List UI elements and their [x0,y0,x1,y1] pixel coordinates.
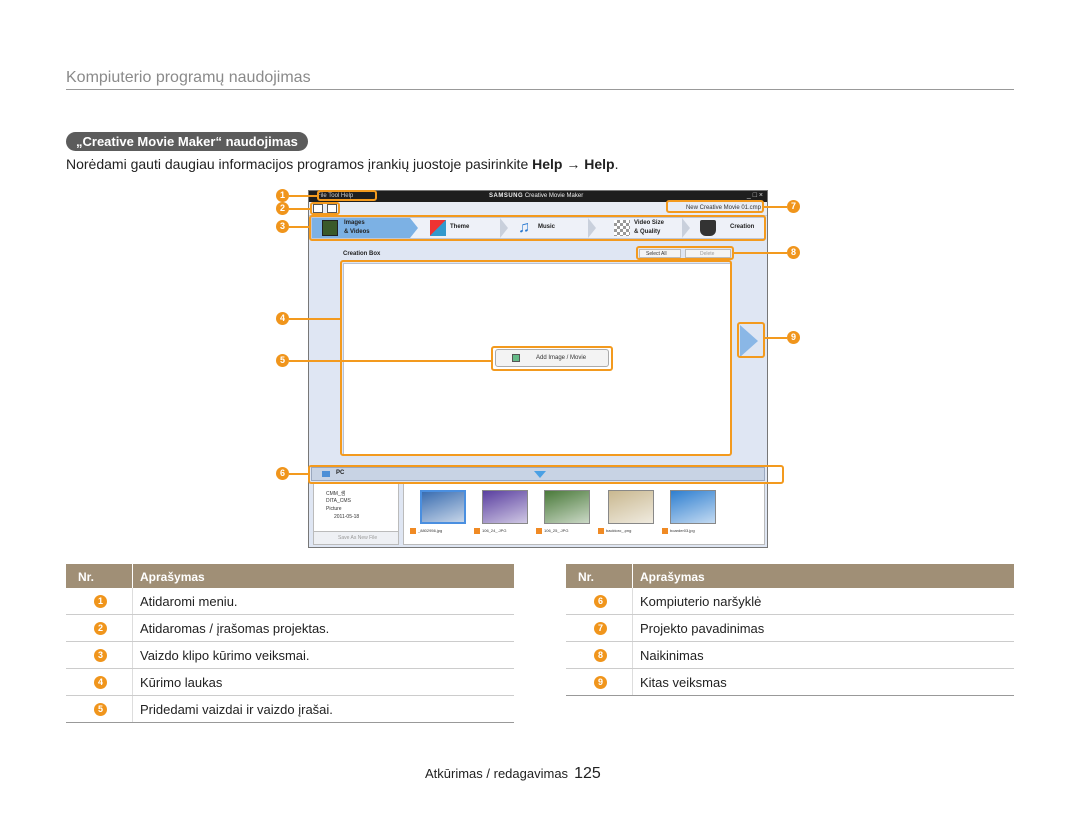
highlight-add-button [491,346,613,371]
highlight-delete [636,246,734,260]
leader-line [289,226,309,228]
table-row: 8 Naikinimas [566,642,1014,669]
highlight-project-buttons [310,202,340,215]
callout-8: 8 [787,246,800,259]
tree-item[interactable]: 2011-05-18 [334,514,359,520]
highlight-pc-bar [308,465,784,484]
leader-line [289,360,491,362]
row-number: 8 [594,649,607,662]
row-number: 1 [94,595,107,608]
row-description: Kūrimo laukas [140,675,223,690]
save-as-new-file-button[interactable]: Save As New File [313,531,399,545]
row-description: Vaizdo klipo kūrimo veiksmai. [140,648,310,663]
highlight-next [737,322,765,358]
thumbnail-caption: 106_25_.JPG [536,528,568,534]
leader-line [734,252,787,254]
row-number: 3 [94,649,107,662]
row-description: Pridedami vaizdai ir vaizdo įrašai. [140,702,333,717]
row-number: 6 [594,595,607,608]
leader-line [765,337,787,339]
intro-end: . [614,156,619,172]
callout-1: 1 [276,189,289,202]
page-number: 125 [574,765,601,782]
callout-7: 7 [787,200,800,213]
row-description: Projekto pavadinimas [640,621,765,636]
row-number: 5 [94,703,107,716]
intro-body: Norėdami gauti daugiau informacijos prog… [66,156,533,172]
header-nr: Nr. [578,570,595,584]
row-description: Atidaromas / įrašomas projektas. [140,621,330,636]
thumbnail[interactable] [670,490,716,524]
header-nr: Nr. [78,570,95,584]
tree-item[interactable]: Picture [326,506,342,512]
brand-name: Creative Movie Maker [524,193,584,199]
row-description: Naikinimas [640,648,704,663]
app-brand: SAMSUNG Creative Movie Maker [489,193,583,199]
callout-5: 5 [276,354,289,367]
title-divider [66,89,1014,90]
creation-box-label: Creation Box [343,251,381,257]
intro-help-2: Help [584,156,615,172]
thumbnail-caption: _8802956.jpg [410,528,442,534]
leader-line [289,195,317,197]
row-number: 2 [94,622,107,635]
leader-line [289,473,308,475]
thumbnail-strip: _8802956.jpg 106_24_.JPG 106_25_.JPG bac… [403,483,765,545]
leader-line [289,208,310,210]
row-description: Atidaromi meniu. [140,594,238,609]
header-description: Aprašymas [140,570,205,584]
table-header: Nr. Aprašymas [566,564,1014,588]
intro-arrow: → [562,156,585,172]
tree-item[interactable]: DITA_CMS [326,498,351,504]
table-row: 9 Kitas veiksmas [566,669,1014,696]
brand-logo: SAMSUNG [489,193,524,199]
window-controls[interactable]: _ □ × [747,192,763,199]
table-row: 1 Atidaromi meniu. [66,588,514,615]
table-row: 7 Projekto pavadinimas [566,615,1014,642]
row-number: 4 [94,676,107,689]
row-description: Kitas veiksmas [640,675,727,690]
thumbnail[interactable] [544,490,590,524]
leader-line [289,318,340,320]
footer-section: Atkūrimas / redagavimas [425,766,569,781]
callout-9: 9 [787,331,800,344]
highlight-steps [309,215,766,241]
thumbnail-caption: boarder03.jpg [662,528,695,534]
callout-6: 6 [276,467,289,480]
callout-2: 2 [276,202,289,215]
row-number: 7 [594,622,607,635]
tree-item[interactable]: CMM_샘 [326,490,345,497]
header-description: Aprašymas [640,570,705,584]
callout-3: 3 [276,220,289,233]
thumbnail[interactable] [420,490,466,524]
thumbnail[interactable] [482,490,528,524]
intro-text: Norėdami gauti daugiau informacijos prog… [66,156,618,172]
table-row: 5 Pridedami vaizdai ir vaizdo įrašai. [66,696,514,723]
section-heading: „Creative Movie Maker“ naudojimas [66,132,308,151]
row-number: 9 [594,676,607,689]
leader-line [764,206,787,208]
table-header: Nr. Aprašymas [66,564,514,588]
table-row: 2 Atidaromas / įrašomas projektas. [66,615,514,642]
page-title: Kompiuterio programų naudojimas [66,69,311,86]
thumbnail-caption: 106_24_.JPG [474,528,506,534]
intro-help-1: Help [532,156,563,172]
highlight-menu [317,190,377,201]
row-description: Kompiuterio naršyklė [640,594,762,609]
thumbnail-caption: backtoro_.png [598,528,631,534]
table-row: 3 Vaizdo klipo kūrimo veiksmai. [66,642,514,669]
table-row: 6 Kompiuterio naršyklė [566,588,1014,615]
page-footer: Atkūrimas / redagavimas 125 [425,765,601,783]
thumbnail[interactable] [608,490,654,524]
table-row: 4 Kūrimo laukas [66,669,514,696]
callout-4: 4 [276,312,289,325]
highlight-project-name [666,200,764,213]
